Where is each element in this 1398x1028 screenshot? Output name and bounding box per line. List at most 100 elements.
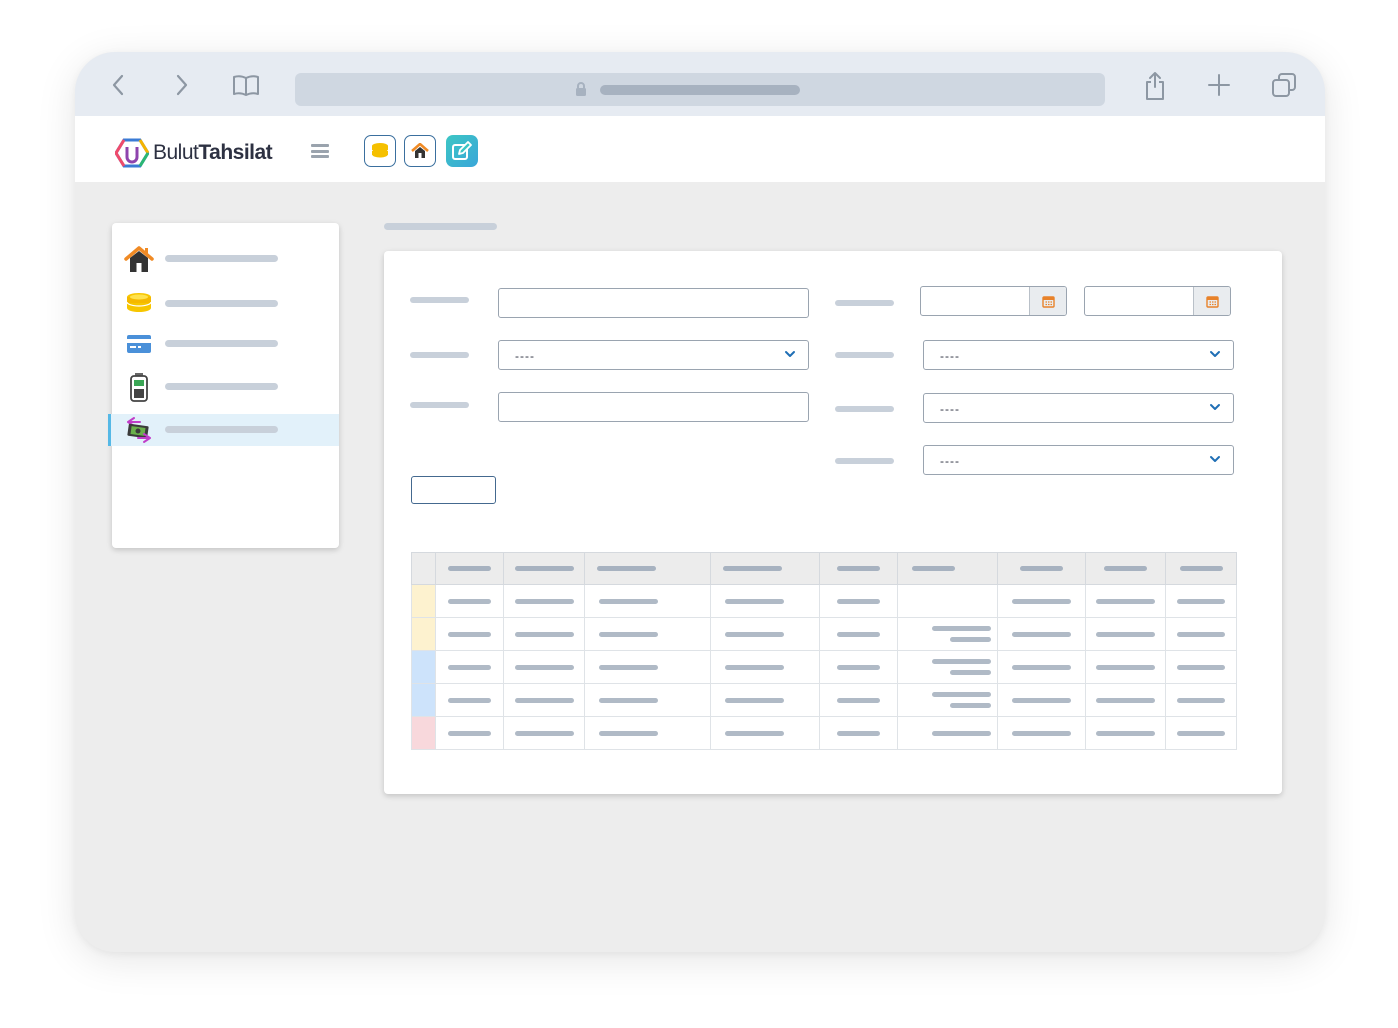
sidebar-item-home[interactable] <box>112 243 339 275</box>
select-1[interactable]: ---- <box>498 340 809 370</box>
table-cell <box>710 584 820 618</box>
table-row[interactable] <box>411 716 1237 750</box>
tabs-icon[interactable] <box>1271 72 1297 98</box>
select-value: ---- <box>515 349 535 363</box>
column-header[interactable] <box>435 552 504 585</box>
table-cell <box>1165 584 1237 618</box>
table-cell <box>1165 716 1237 750</box>
sidebar-item-label <box>165 426 278 433</box>
column-header[interactable] <box>584 552 711 585</box>
new-tab-icon[interactable] <box>1206 72 1232 98</box>
row-status-indicator <box>411 683 436 717</box>
calendar-icon[interactable] <box>1193 287 1230 315</box>
calendar-icon[interactable] <box>1029 287 1066 315</box>
edit-icon <box>452 141 472 160</box>
column-header[interactable] <box>503 552 585 585</box>
table-cell <box>503 617 585 651</box>
chevron-down-icon <box>1210 456 1220 462</box>
column-header[interactable] <box>819 552 898 585</box>
coins-icon <box>124 290 154 318</box>
field-label <box>410 352 469 358</box>
select-4[interactable]: ---- <box>923 445 1234 475</box>
table-cell <box>1165 650 1237 684</box>
sidebar-item-label <box>165 340 278 347</box>
home-icon <box>124 245 154 273</box>
table-cell <box>1165 617 1237 651</box>
sidebar-item-cards[interactable] <box>112 328 339 360</box>
quick-coins-button[interactable] <box>364 135 396 167</box>
text-input-2[interactable] <box>498 392 809 422</box>
column-header[interactable] <box>897 552 998 585</box>
money-transfer-icon <box>124 416 154 444</box>
select-3[interactable]: ---- <box>923 393 1234 423</box>
menu-toggle-icon[interactable] <box>311 144 329 158</box>
brand-light: Bulut <box>153 141 199 164</box>
field-label <box>410 297 469 303</box>
column-header[interactable] <box>1085 552 1166 585</box>
bookmarks-icon[interactable] <box>231 72 261 98</box>
coins-icon <box>371 143 389 159</box>
table-cell <box>584 584 711 618</box>
select-2[interactable]: ---- <box>923 340 1234 370</box>
column-header[interactable] <box>411 552 436 585</box>
forward-icon[interactable] <box>169 72 195 98</box>
table-cell <box>897 584 998 618</box>
sidebar-item-label <box>165 300 278 307</box>
sidebar <box>108 223 339 548</box>
chevron-down-icon <box>785 351 795 357</box>
column-header[interactable] <box>710 552 820 585</box>
brand-bold: Tahsilat <box>198 141 273 164</box>
table-cell <box>997 683 1086 717</box>
address-bar[interactable] <box>295 73 1105 106</box>
table-cell <box>819 584 898 618</box>
table-row[interactable] <box>411 650 1237 684</box>
sidebar-item-collections[interactable] <box>112 288 339 320</box>
table-row[interactable] <box>411 683 1237 717</box>
sidebar-item-label <box>165 255 278 262</box>
table-cell <box>997 650 1086 684</box>
table-cell <box>819 650 898 684</box>
table-cell <box>1085 617 1166 651</box>
table-cell <box>819 683 898 717</box>
table-cell <box>710 716 820 750</box>
table-cell <box>897 650 998 684</box>
table-cell <box>819 617 898 651</box>
table-cell <box>435 683 504 717</box>
lock-icon <box>576 82 586 96</box>
table-cell <box>503 650 585 684</box>
app-header: BulutTahsilat <box>75 116 1325 182</box>
table-row[interactable] <box>411 617 1237 651</box>
table-cell <box>997 716 1086 750</box>
table-cell <box>584 683 711 717</box>
table-cell <box>897 716 998 750</box>
share-icon[interactable] <box>1142 70 1168 102</box>
field-label <box>410 402 469 408</box>
row-status-indicator <box>411 584 436 618</box>
date-from-input[interactable] <box>920 286 1067 316</box>
brand-logo[interactable]: BulutTahsilat <box>115 138 273 168</box>
table-row[interactable] <box>411 584 1237 618</box>
chevron-down-icon <box>1210 351 1220 357</box>
column-header[interactable] <box>1165 552 1237 585</box>
sidebar-item-pos[interactable] <box>112 371 339 403</box>
page-content: ---- ---- ---- ---- <box>75 182 1325 952</box>
field-label <box>835 406 894 412</box>
logo-icon <box>115 138 149 168</box>
quick-edit-button[interactable] <box>446 135 478 167</box>
date-to-input[interactable] <box>1084 286 1231 316</box>
table-header-row <box>411 552 1237 585</box>
brand-name: BulutTahsilat <box>153 141 273 165</box>
table-cell <box>435 716 504 750</box>
text-input-1[interactable] <box>498 288 809 318</box>
table-cell <box>819 716 898 750</box>
column-header[interactable] <box>997 552 1086 585</box>
sidebar-item-transfers[interactable] <box>108 414 339 446</box>
table-cell <box>710 650 820 684</box>
table-cell <box>503 584 585 618</box>
search-button[interactable] <box>411 476 496 504</box>
browser-toolbar <box>75 52 1325 116</box>
quick-home-button[interactable] <box>404 135 436 167</box>
back-icon[interactable] <box>105 72 131 98</box>
sidebar-item-label <box>165 383 278 390</box>
table-cell <box>503 683 585 717</box>
